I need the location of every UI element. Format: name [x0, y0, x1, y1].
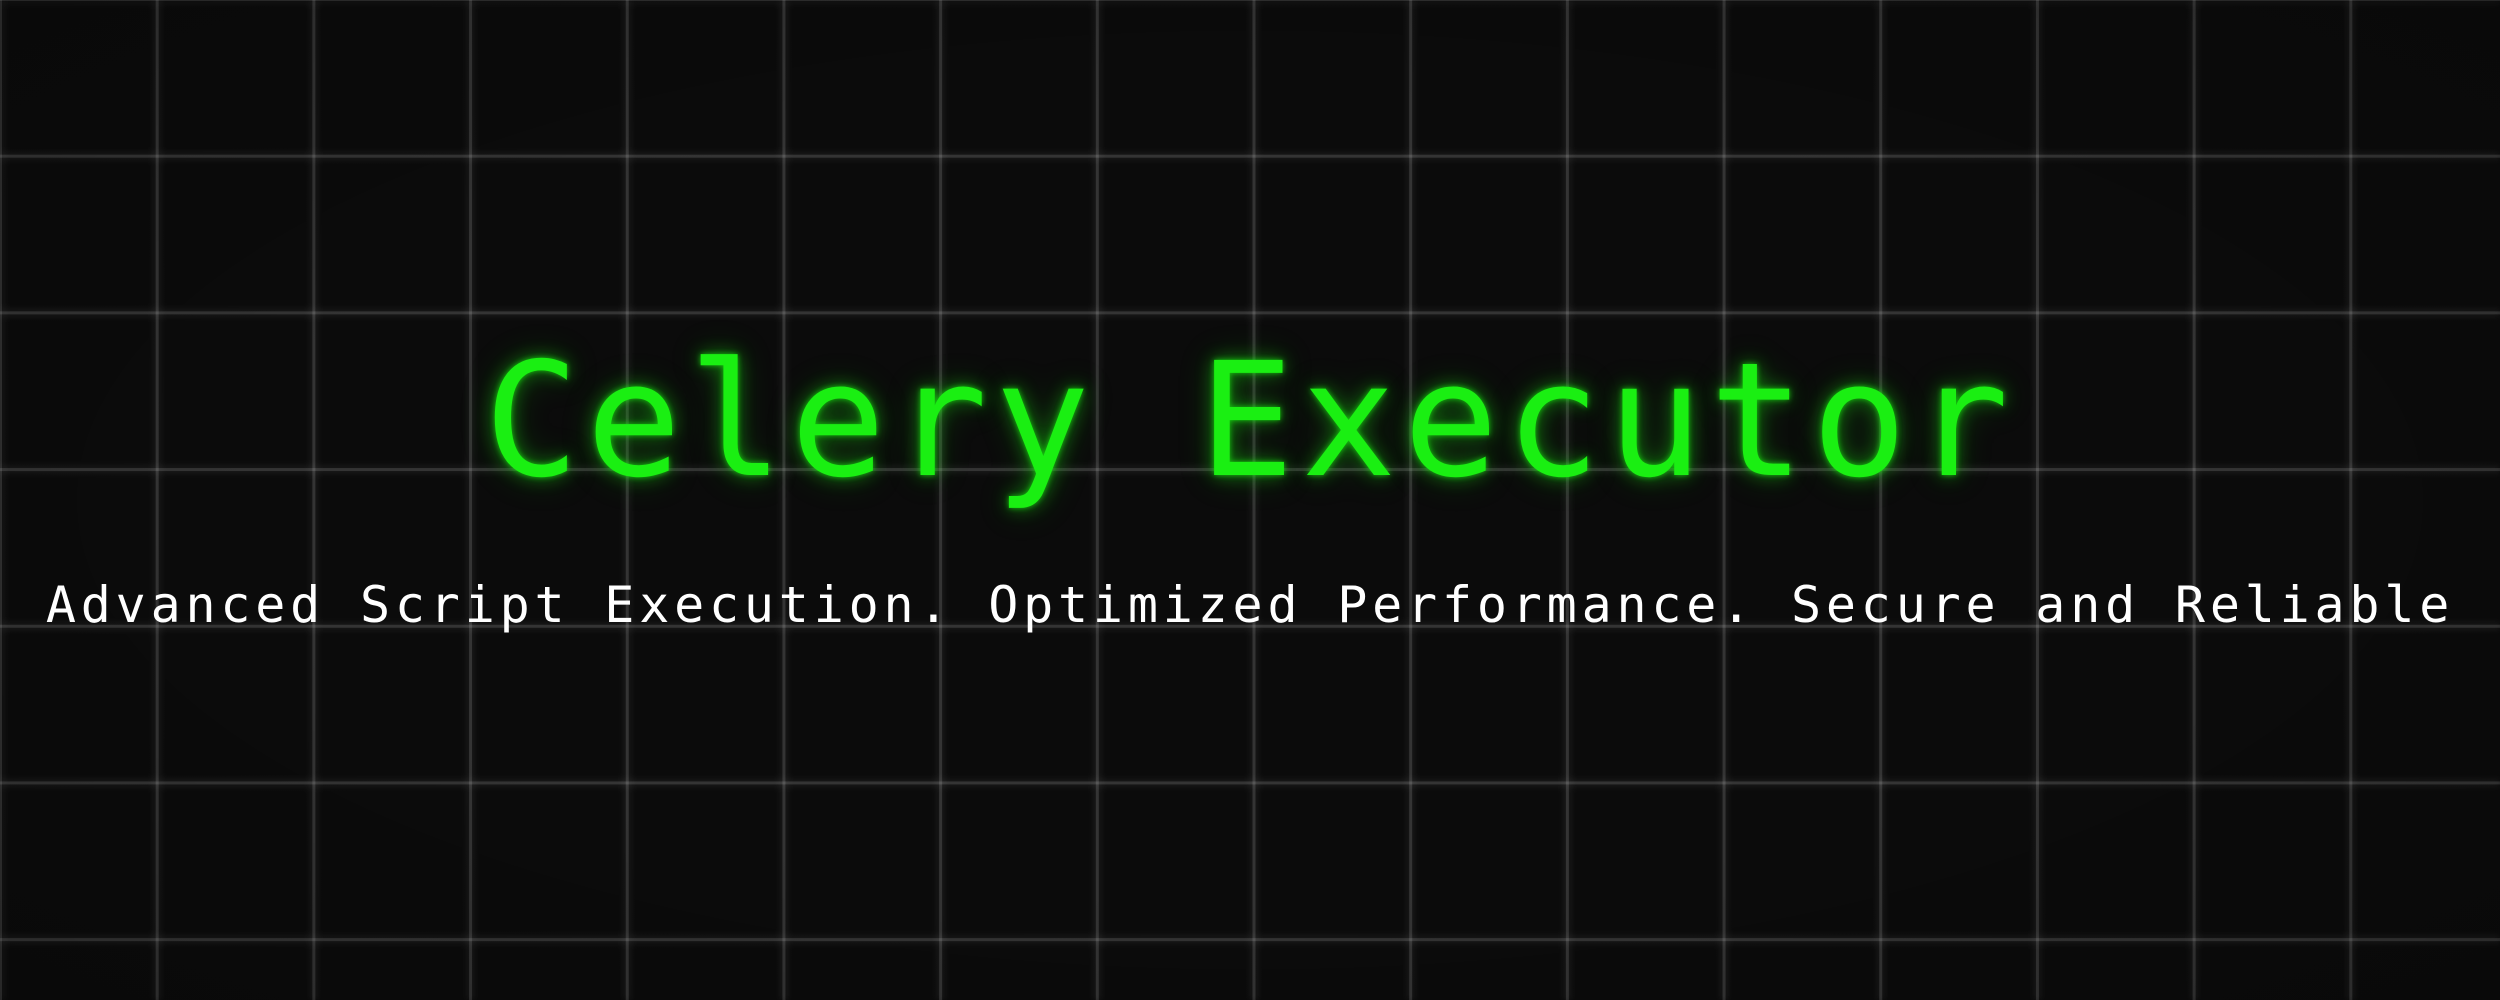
- banner: Celery Executor Advanced Script Executio…: [0, 0, 2500, 1000]
- banner-title: Celery Executor: [484, 329, 2016, 513]
- banner-subtitle: Advanced Script Execution. Optimized Per…: [45, 576, 2455, 634]
